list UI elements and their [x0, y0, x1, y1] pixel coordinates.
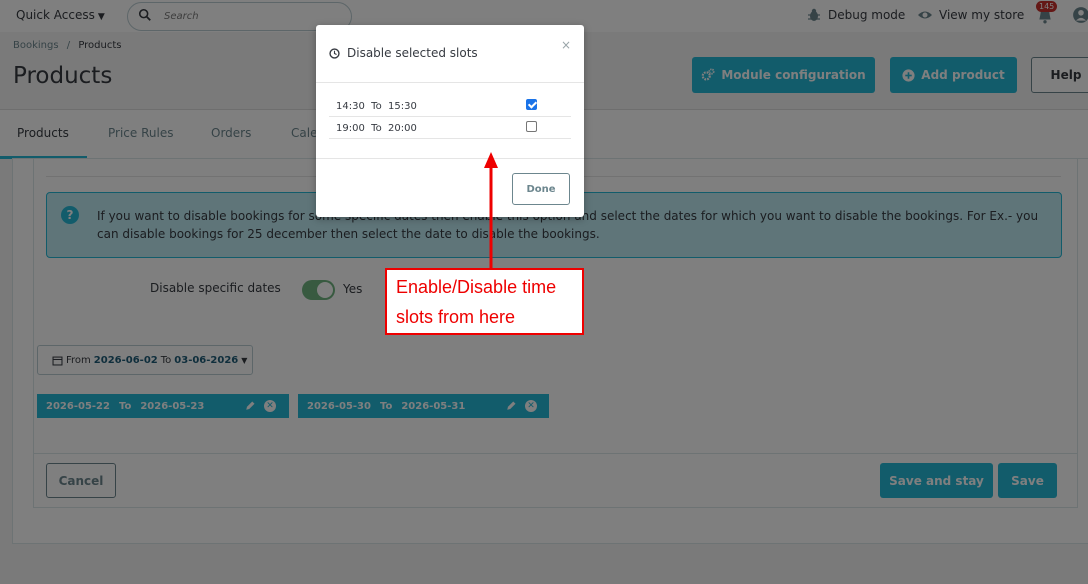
- slot-time: 19:00 To 20:00: [336, 123, 417, 134]
- close-icon[interactable]: ×: [561, 38, 571, 52]
- annotation-line-2: slots from here: [396, 307, 516, 327]
- modal-header: Disable selected slots ×: [316, 25, 584, 83]
- slot-time: 14:30 To 15:30: [336, 101, 417, 112]
- disable-slots-modal: Disable selected slots × 14:30 To 15:30 …: [316, 25, 584, 217]
- modal-footer-divider: [316, 158, 584, 159]
- slot-row: 19:00 To 20:00: [329, 117, 571, 139]
- annotation-arrow: [484, 152, 498, 270]
- annotation-callout: Enable/Disable time slots from here: [385, 268, 584, 335]
- clock-icon: [329, 48, 340, 59]
- slot-checkbox[interactable]: [526, 121, 537, 132]
- modal-title: Disable selected slots: [347, 46, 478, 60]
- slot-checkbox[interactable]: [526, 99, 537, 110]
- slot-row: 14:30 To 15:30: [329, 95, 571, 117]
- annotation-line-1: Enable/Disable time: [396, 277, 557, 297]
- done-button[interactable]: Done: [512, 173, 570, 205]
